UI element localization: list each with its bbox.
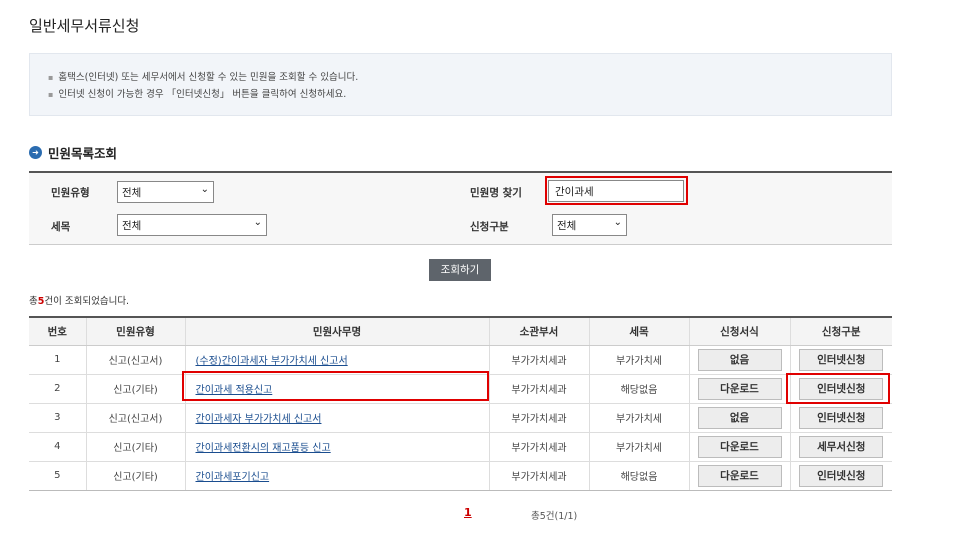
cell-no: 3 xyxy=(29,403,86,433)
cell-no: 2 xyxy=(29,374,86,404)
chevron-down-icon: ⌄ xyxy=(253,217,262,228)
section-title-text: 민원목록조회 xyxy=(48,146,118,161)
tax-label: 세목 xyxy=(51,221,71,233)
table-row: 1 신고(신고서) (수정)간이과세자 부가가치세 신고서 부가가치세과 부가가… xyxy=(29,345,892,375)
form-button[interactable]: 없음 xyxy=(697,348,782,371)
tax-select[interactable]: 전체 ⌄ xyxy=(117,214,267,236)
header-type: 민원유형 xyxy=(85,316,185,346)
notice-item: 인터넷 신청이 가능한 경우 「인터넷신청」 버튼을 클릭하여 신청하세요. xyxy=(48,86,873,103)
cell-type: 신고(신고서) xyxy=(85,403,185,433)
form-button[interactable]: 다운로드 xyxy=(697,377,782,400)
service-name-link[interactable]: 간이과세자 부가가치세 신고서 xyxy=(196,414,322,425)
form-button[interactable]: 다운로드 xyxy=(697,464,782,487)
header-dept: 소관부서 xyxy=(488,316,589,346)
cell-dept: 부가가치세과 xyxy=(488,374,589,404)
name-label: 민원명 찾기 xyxy=(470,187,522,199)
arrow-right-circle-icon: ➜ xyxy=(29,146,42,159)
header-no: 번호 xyxy=(29,316,86,346)
chevron-down-icon: ⌄ xyxy=(613,217,622,228)
cell-tax: 부가가치세 xyxy=(588,432,689,462)
apply-button[interactable]: 인터넷신청 xyxy=(799,464,884,487)
apply-button[interactable]: 인터넷신청 xyxy=(799,348,884,371)
cell-dept: 부가가치세과 xyxy=(488,345,589,375)
highlight-box xyxy=(786,373,890,404)
cell-no: 4 xyxy=(29,432,86,462)
cell-no: 1 xyxy=(29,345,86,375)
cell-tax: 해당없음 xyxy=(588,461,689,491)
cell-no: 5 xyxy=(29,461,86,491)
cell-type: 신고(기타) xyxy=(85,432,185,462)
apply-button[interactable]: 세무서신청 xyxy=(799,435,884,458)
search-button[interactable]: 조회하기 xyxy=(429,259,491,281)
notice-box: 홈택스(인터넷) 또는 세무서에서 신청할 수 있는 민원을 조회할 수 있습니… xyxy=(29,53,892,116)
type-select[interactable]: 전체 ⌄ xyxy=(117,181,214,203)
type-label: 민원유형 xyxy=(51,187,90,199)
cell-dept: 부가가치세과 xyxy=(488,403,589,433)
table-row: 3 신고(신고서) 간이과세자 부가가치세 신고서 부가가치세과 부가가치세 없… xyxy=(29,403,892,433)
page-link-current[interactable]: 1 xyxy=(464,506,472,519)
chevron-down-icon: ⌄ xyxy=(200,184,209,195)
cell-type: 신고(신고서) xyxy=(85,345,185,375)
table-row: 5 신고(기타) 간이과세포기신고 부가가치세과 해당없음 다운로드 인터넷신청 xyxy=(29,461,892,491)
cell-dept: 부가가치세과 xyxy=(488,432,589,462)
page-info: 총5건(1/1) xyxy=(531,511,578,522)
cell-type: 신고(기타) xyxy=(85,374,185,404)
apply-button[interactable]: 인터넷신청 xyxy=(799,406,884,429)
service-name-link[interactable]: 간이과세포기신고 xyxy=(196,472,270,483)
result-table: 번호 민원유형 민원사무명 소관부서 세목 신청서식 신청구분 1 신고(신고서… xyxy=(29,316,892,491)
apply-label: 신청구분 xyxy=(470,221,509,233)
header-apply: 신청구분 xyxy=(789,316,892,346)
result-count: 총5건이 조회되었습니다. xyxy=(29,296,130,307)
cell-dept: 부가가치세과 xyxy=(488,461,589,491)
cell-tax: 해당없음 xyxy=(588,374,689,404)
table-row: 4 신고(기타) 간이과세전환시의 재고품등 신고 부가가치세과 부가가치세 다… xyxy=(29,432,892,462)
cell-tax: 부가가치세 xyxy=(588,403,689,433)
page-title: 일반세무서류신청 xyxy=(29,17,140,35)
form-button[interactable]: 다운로드 xyxy=(697,435,782,458)
notice-item: 홈택스(인터넷) 또는 세무서에서 신청할 수 있는 민원을 조회할 수 있습니… xyxy=(48,69,873,86)
highlight-box xyxy=(545,176,688,205)
search-panel: 민원유형 전체 ⌄ 세목 전체 ⌄ 민원명 찾기 간이과세 신청구분 전체 ⌄ xyxy=(29,171,892,245)
header-tax: 세목 xyxy=(588,316,689,346)
form-button[interactable]: 없음 xyxy=(697,406,782,429)
section-title: ➜ 민원목록조회 xyxy=(29,143,117,162)
cell-type: 신고(기타) xyxy=(85,461,185,491)
table-header-row: 번호 민원유형 민원사무명 소관부서 세목 신청서식 신청구분 xyxy=(29,316,892,346)
cell-tax: 부가가치세 xyxy=(588,345,689,375)
service-name-link[interactable]: (수정)간이과세자 부가가치세 신고서 xyxy=(196,356,348,367)
service-name-link[interactable]: 간이과세전환시의 재고품등 신고 xyxy=(196,443,331,454)
header-name: 민원사무명 xyxy=(184,316,489,346)
highlight-box xyxy=(182,371,489,401)
apply-select[interactable]: 전체 ⌄ xyxy=(552,214,627,236)
header-form: 신청서식 xyxy=(688,316,790,346)
